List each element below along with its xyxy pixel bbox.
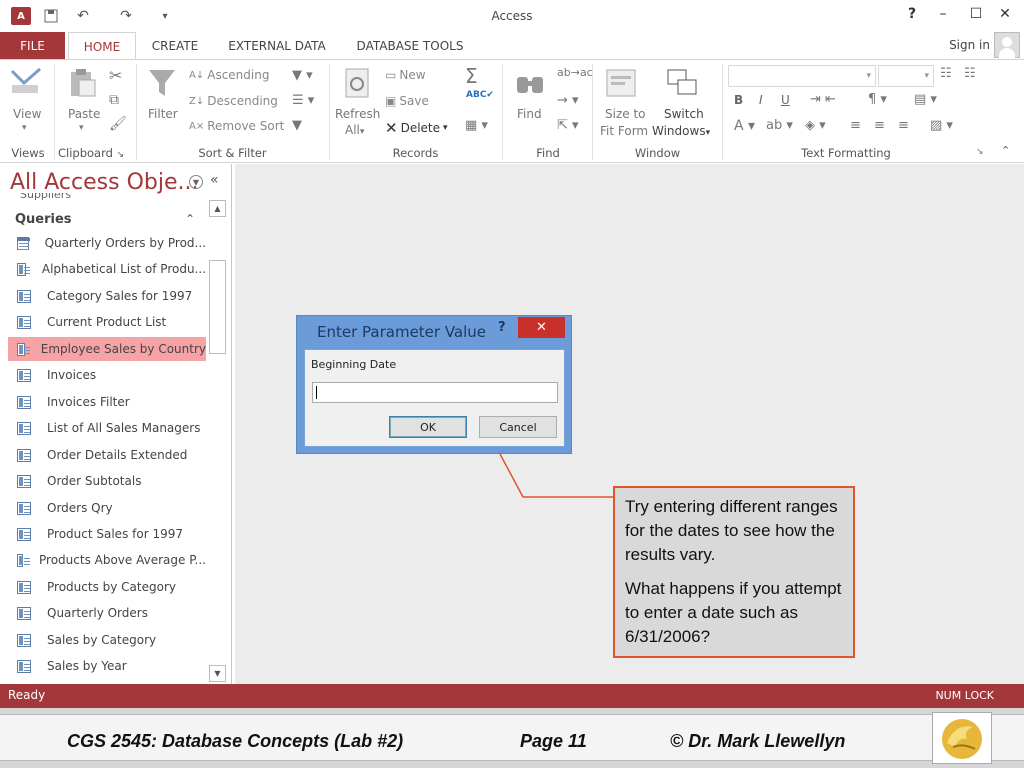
status-bar: Ready NUM LOCK bbox=[0, 684, 1024, 708]
dialog-body: Beginning Date OK Cancel bbox=[304, 349, 565, 447]
text-cursor bbox=[316, 386, 317, 399]
callout-question: What happens if you attempt to enter a d… bbox=[625, 579, 842, 646]
slide-footer: CGS 2545: Database Concepts (Lab #2) Pag… bbox=[0, 708, 1024, 768]
callout-note: Try entering different ranges for the da… bbox=[613, 486, 855, 658]
ok-button[interactable]: OK bbox=[389, 416, 467, 438]
parameter-prompt: Beginning Date bbox=[311, 358, 397, 371]
enter-parameter-dialog: Enter Parameter Value ? ✕ Beginning Date… bbox=[296, 315, 572, 454]
help-icon[interactable]: ? bbox=[498, 320, 506, 335]
callout-text: Try entering different ranges for the da… bbox=[625, 497, 838, 564]
dialog-title: Enter Parameter Value bbox=[317, 323, 487, 341]
parameter-input[interactable] bbox=[312, 382, 558, 403]
footer-band: CGS 2545: Database Concepts (Lab #2) Pag… bbox=[0, 714, 1024, 761]
num-lock-indicator: NUM LOCK bbox=[935, 689, 994, 702]
close-button[interactable]: ✕ bbox=[518, 317, 565, 338]
course-title: CGS 2545: Database Concepts (Lab #2) bbox=[67, 731, 404, 751]
status-text: Ready bbox=[8, 688, 46, 702]
cancel-button[interactable]: Cancel bbox=[479, 416, 557, 438]
page-number: Page 11 bbox=[520, 731, 587, 751]
ucf-pegasus-logo bbox=[932, 712, 992, 764]
author: © Dr. Mark Llewellyn bbox=[670, 731, 846, 751]
